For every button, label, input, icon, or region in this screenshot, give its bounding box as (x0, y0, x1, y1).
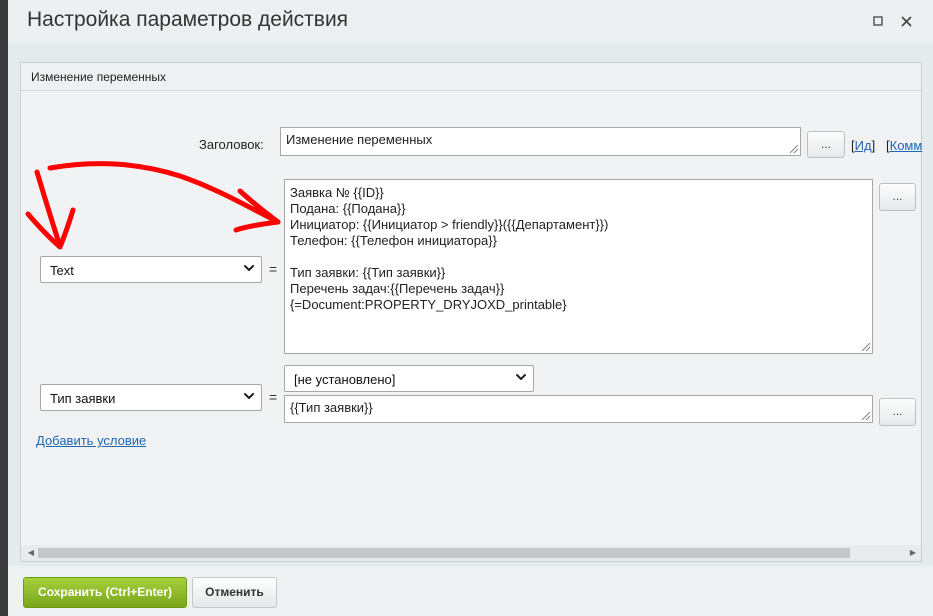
resize-grip-icon[interactable] (862, 343, 870, 351)
textarea-line: Инициатор: {{Инициатор > friendly}}({{Де… (290, 217, 609, 232)
add-condition-link[interactable]: Добавить условие (36, 433, 146, 448)
title-label: Заголовок: (199, 137, 264, 152)
window-edge (0, 0, 8, 616)
dialog-title: Настройка параметров действия (27, 8, 349, 31)
chevron-down-icon (516, 374, 526, 380)
chevron-down-icon (244, 265, 254, 271)
close-icon[interactable] (897, 12, 915, 30)
type-dots-button[interactable]: ... (879, 398, 916, 426)
title-field[interactable]: Изменение переменных (280, 127, 801, 156)
textarea-line: Заявка № {{ID}} (290, 185, 384, 200)
textarea-line: {=Document:PROPERTY_DRYJOXD_printable} (290, 297, 567, 312)
resize-grip-icon[interactable] (790, 145, 798, 153)
textarea-line: Телефон: {{Телефон инициатора}} (290, 233, 497, 248)
textarea-line: Перечень задач:{{Перечень задач}} (290, 281, 505, 296)
variable-select-type[interactable]: Тип заявки (40, 384, 262, 411)
maximize-icon[interactable] (869, 12, 887, 30)
variable-select-value: Тип заявки (50, 391, 116, 406)
title-field-value: Изменение переменных (286, 132, 433, 147)
id-link[interactable]: Ид (855, 138, 872, 153)
text-value-textarea[interactable]: Заявка № {{ID}} Подана: {{Подана}} Иници… (284, 179, 873, 354)
textarea-line: Подана: {{Подана}} (290, 201, 406, 216)
variable-select-text[interactable]: Text (40, 256, 262, 283)
title-links: [Ид] [Комм (851, 138, 923, 153)
variable-select-value: Text (50, 263, 74, 278)
equals-sign: = (269, 261, 278, 277)
save-button[interactable]: Сохранить (Ctrl+Enter) (23, 577, 187, 608)
option-select[interactable]: [не установлено] (284, 365, 534, 392)
type-value-field[interactable]: {{Тип заявки}} (284, 395, 873, 423)
chevron-down-icon (244, 393, 254, 399)
scrollbar-thumb[interactable] (38, 548, 850, 558)
scroll-right-icon[interactable]: ▶ (907, 547, 919, 559)
type-value: {{Тип заявки}} (290, 400, 373, 415)
panel-title: Изменение переменных (31, 70, 167, 84)
cancel-button[interactable]: Отменить (192, 577, 277, 608)
scroll-left-icon[interactable]: ◀ (25, 547, 37, 559)
textarea-line: Тип заявки: {{Тип заявки}} (290, 265, 446, 280)
comment-link[interactable]: Комм (890, 138, 923, 153)
textarea-line (290, 249, 867, 265)
equals-sign: = (269, 389, 278, 405)
title-dots-button[interactable]: ... (807, 131, 845, 158)
text-dots-button[interactable]: ... (879, 183, 916, 211)
option-select-value: [не установлено] (294, 372, 396, 387)
resize-grip-icon[interactable] (862, 412, 870, 420)
